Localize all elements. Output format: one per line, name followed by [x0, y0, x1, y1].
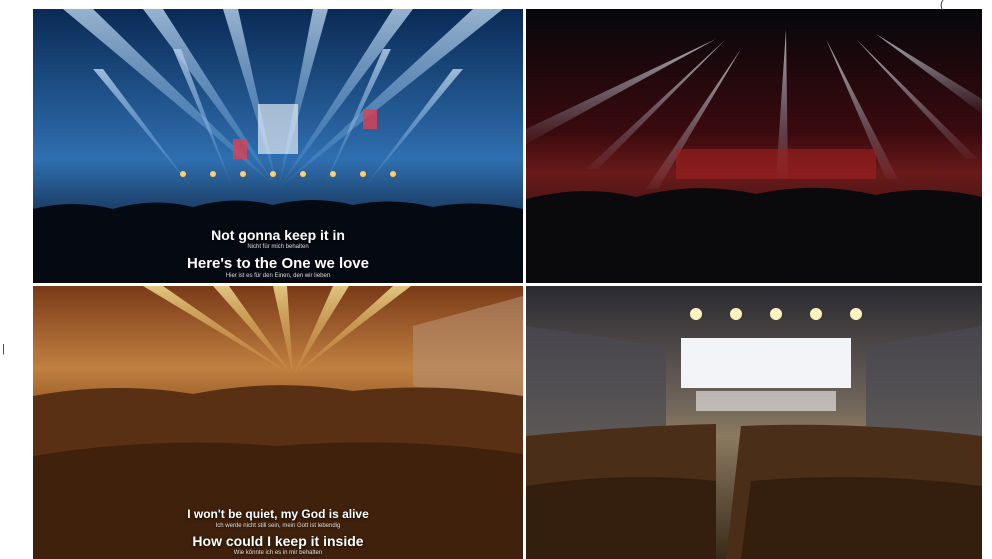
- concert-photo-golden-arena: I won't be quiet, my God is alive Ich we…: [33, 286, 523, 559]
- lyric-line-2: How could I keep it inside: [192, 533, 364, 549]
- lyric-translation-1: Nicht für mich behalten: [247, 244, 309, 250]
- edge-mark-left: |: [2, 343, 5, 355]
- lyric-translation-1: Ich werde nicht still sein, mein Gott is…: [215, 523, 341, 529]
- edge-mark-top-right: (: [940, 0, 944, 11]
- lyric-translation-2: Wie könnte ich es in mir behalten: [233, 550, 323, 556]
- lyric-translation-2: Hier ist es für den Einen, den wir liebe…: [225, 273, 331, 279]
- lyric-line-1: I won't be quiet, my God is alive: [187, 507, 369, 521]
- lyric-line-2: Here's to the One we love: [187, 255, 369, 272]
- concert-photo-arena-wide: [526, 286, 982, 559]
- concert-photo-blue-stage: Not gonna keep it in Nicht für mich beha…: [33, 9, 523, 283]
- lyric-line-1: Not gonna keep it in: [211, 227, 345, 243]
- concert-photo-red-stage: [526, 9, 982, 283]
